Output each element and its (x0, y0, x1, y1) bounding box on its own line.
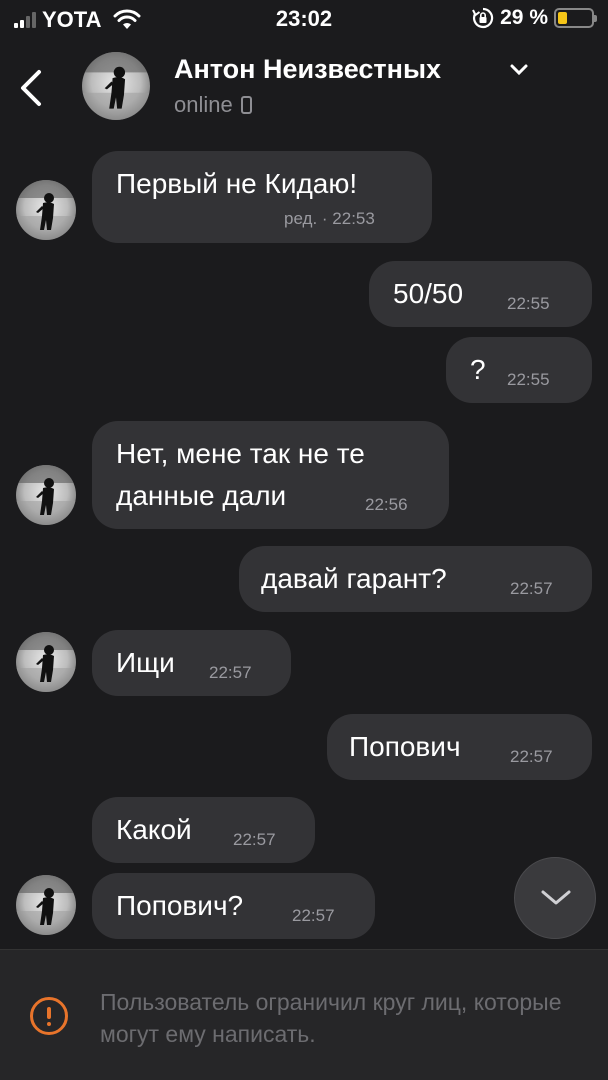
message-text: Попович (349, 731, 461, 762)
message-text-line1: Нет, мене так не те (116, 438, 365, 469)
restriction-notice: Пользователь ограничил круг лиц, которые… (0, 949, 608, 1080)
sender-avatar[interactable] (16, 875, 76, 935)
back-button[interactable] (12, 66, 52, 110)
message-text: 50/50 (393, 278, 464, 309)
message-text: Какой (116, 814, 192, 845)
sender-avatar[interactable] (16, 465, 76, 525)
incoming-message[interactable]: Какой 22:57 (92, 797, 315, 863)
incoming-message[interactable]: Нет, мене так не те данные дали 22:56 (92, 421, 449, 529)
message-time: 22:57 (292, 906, 335, 925)
battery-percent: 29 % (500, 6, 548, 29)
outgoing-message[interactable]: давай гарант? 22:57 (239, 546, 592, 612)
message-text: ? (470, 354, 486, 385)
status-right: 29 % (472, 6, 597, 30)
warning-icon (30, 997, 68, 1035)
outgoing-message[interactable]: 50/50 22:55 (369, 261, 592, 327)
message-time: ред. · 22:53 (284, 209, 375, 228)
chevron-down-icon (541, 890, 571, 905)
rotation-lock-icon (472, 7, 494, 29)
incoming-message[interactable]: Ищи 22:57 (92, 630, 291, 696)
status-bar: YOTA 23:02 29 % (0, 0, 608, 40)
outgoing-message[interactable]: ? 22:55 (446, 337, 592, 403)
sender-avatar[interactable] (16, 180, 76, 240)
contact-status: online (174, 92, 252, 118)
chevron-down-icon[interactable] (508, 62, 530, 78)
message-time: 22:57 (510, 579, 553, 598)
incoming-message[interactable]: Первый не Кидаю! ред. · 22:53 (92, 151, 432, 243)
message-time: 22:55 (507, 370, 550, 389)
message-text: Ищи (116, 647, 175, 678)
message-text: Попович? (116, 890, 244, 921)
sender-avatar[interactable] (16, 632, 76, 692)
message-time: 22:57 (510, 747, 553, 766)
chat-header: Антон Неизвестных online (0, 40, 608, 140)
message-time: 22:57 (209, 663, 252, 682)
battery-fill (558, 12, 568, 24)
contact-avatar[interactable] (82, 52, 150, 120)
message-time: 22:55 (507, 294, 550, 313)
message-time: 22:57 (233, 830, 276, 849)
message-text: Первый не Кидаю! (116, 168, 358, 199)
outgoing-message[interactable]: Попович 22:57 (327, 714, 592, 780)
scroll-down-button[interactable] (514, 857, 596, 939)
message-text-line2: данные дали (116, 480, 287, 511)
battery-icon (554, 8, 597, 28)
message-time: 22:56 (365, 495, 408, 514)
restriction-text: Пользователь ограничил круг лиц, которые… (100, 989, 562, 1047)
online-label: online (174, 92, 233, 117)
message-text: давай гарант? (261, 563, 447, 594)
contact-name[interactable]: Антон Неизвестных (174, 54, 441, 85)
mobile-device-icon (240, 96, 252, 114)
incoming-message[interactable]: Попович? 22:57 (92, 873, 375, 939)
